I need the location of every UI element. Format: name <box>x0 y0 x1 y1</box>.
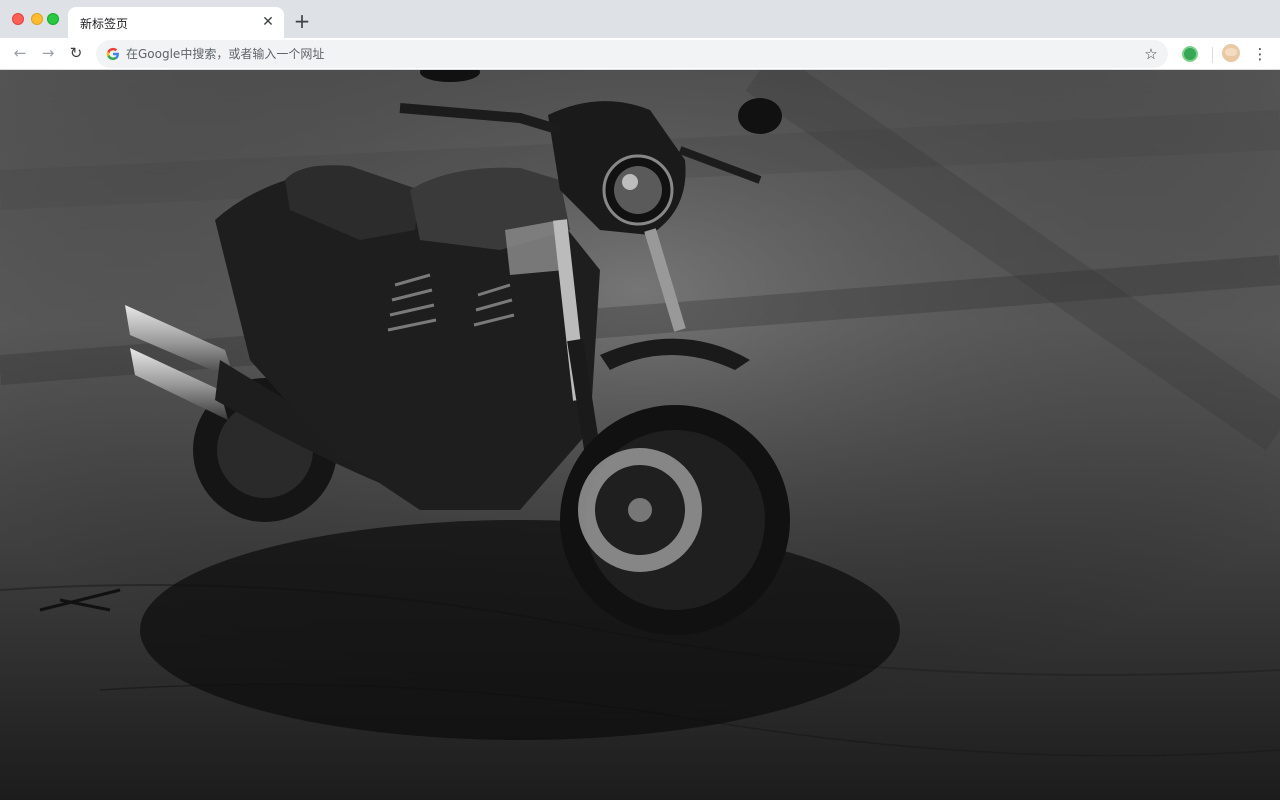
motorcycle-wallpaper <box>0 70 1280 800</box>
reload-icon[interactable]: ↻ <box>66 43 86 63</box>
plus-icon[interactable]: + <box>292 11 312 31</box>
window-maximize-button[interactable] <box>47 13 59 25</box>
avatar[interactable] <box>1222 44 1240 62</box>
extension-icon[interactable] <box>1182 46 1198 62</box>
window-close-button[interactable] <box>12 13 24 25</box>
tab-new-tab[interactable]: 新标签页 ✕ <box>68 7 284 38</box>
window-minimize-button[interactable] <box>31 13 43 25</box>
arrow-right-icon[interactable]: → <box>38 43 58 63</box>
browser-toolbar: ← → ↻ ☆ ⋮ <box>0 38 1280 70</box>
omnibox[interactable]: ☆ <box>96 40 1168 68</box>
new-tab-page-background <box>0 70 1280 800</box>
star-icon[interactable]: ☆ <box>1142 45 1160 63</box>
omnibox-input[interactable] <box>126 44 1126 64</box>
google-icon <box>106 47 119 60</box>
tab-title: 新标签页 <box>80 17 129 31</box>
more-vertical-icon[interactable]: ⋮ <box>1252 44 1268 64</box>
close-icon[interactable]: ✕ <box>260 14 276 30</box>
toolbar-divider <box>1212 47 1213 63</box>
tab-strip: 新标签页 ✕ + <box>0 0 1280 38</box>
arrow-left-icon[interactable]: ← <box>10 43 30 63</box>
